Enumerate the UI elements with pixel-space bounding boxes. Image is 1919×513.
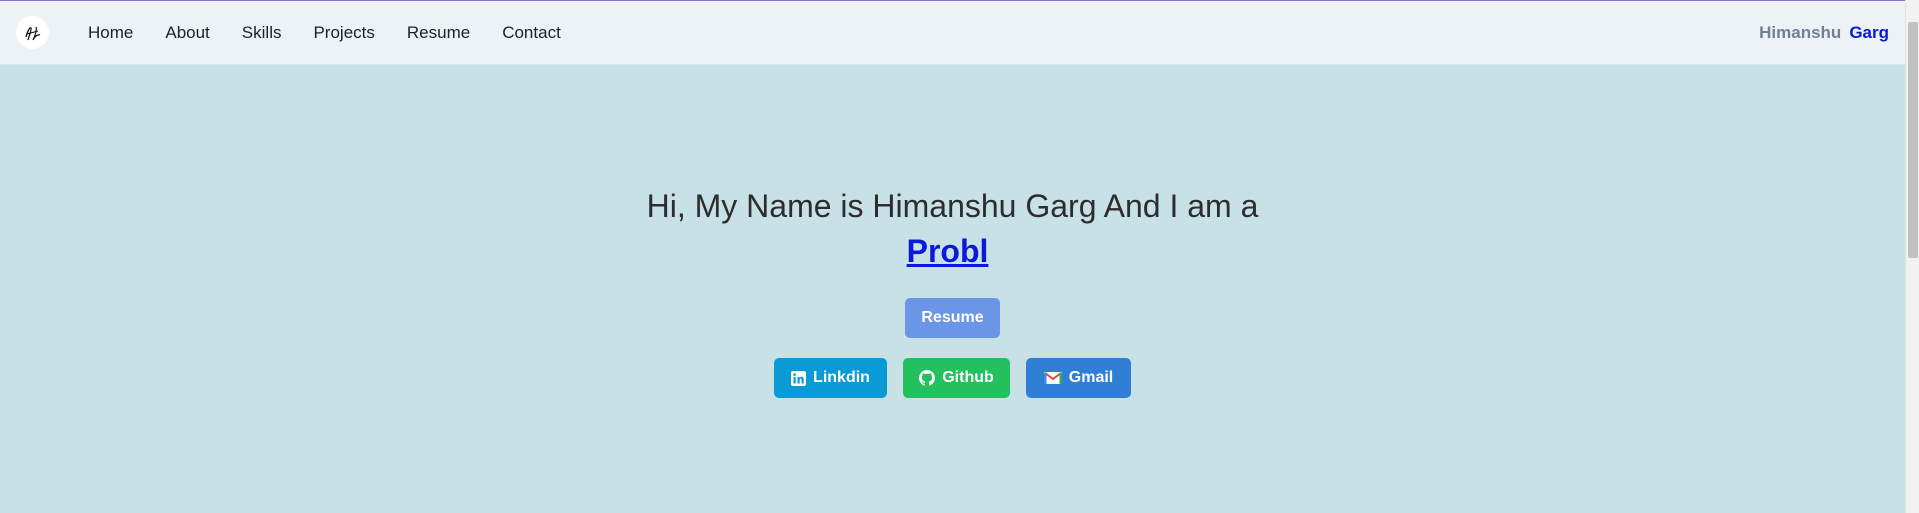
hero-title: Hi, My Name is Himanshu Garg And I am a bbox=[646, 188, 1259, 224]
gmail-button[interactable]: Gmail bbox=[1026, 358, 1131, 398]
scrollbar-thumb[interactable] bbox=[1908, 22, 1918, 258]
logo[interactable] bbox=[16, 16, 49, 49]
scrollbar[interactable] bbox=[1905, 0, 1919, 513]
linkedin-icon bbox=[791, 370, 807, 386]
nav-link-home[interactable]: Home bbox=[88, 23, 133, 43]
brand-first-name: Himanshu bbox=[1759, 22, 1842, 42]
brand-name[interactable]: Himanshu Garg bbox=[1759, 1, 1889, 64]
nav-link-projects[interactable]: Projects bbox=[313, 23, 374, 43]
brand-last-name: Garg bbox=[1849, 22, 1889, 42]
nav-link-about[interactable]: About bbox=[165, 23, 209, 43]
github-button[interactable]: Github bbox=[903, 358, 1010, 398]
signature-logo-icon bbox=[24, 26, 40, 40]
navbar: Home About Skills Projects Resume Contac… bbox=[0, 1, 1905, 65]
hero-section: Hi, My Name is Himanshu Garg And I am a … bbox=[0, 65, 1905, 513]
github-icon bbox=[919, 370, 936, 386]
gmail-icon bbox=[1043, 372, 1062, 384]
typed-role-text: Probl bbox=[906, 233, 989, 269]
linkedin-label: Linkdin bbox=[813, 369, 870, 386]
linkedin-button[interactable]: Linkdin bbox=[774, 358, 887, 398]
gmail-label: Gmail bbox=[1068, 369, 1114, 386]
nav-link-contact[interactable]: Contact bbox=[502, 23, 561, 43]
nav-links: Home About Skills Projects Resume Contac… bbox=[88, 1, 593, 64]
resume-button[interactable]: Resume bbox=[905, 298, 1000, 338]
nav-link-resume[interactable]: Resume bbox=[407, 23, 470, 43]
nav-link-skills[interactable]: Skills bbox=[242, 23, 282, 43]
github-label: Github bbox=[942, 369, 994, 386]
